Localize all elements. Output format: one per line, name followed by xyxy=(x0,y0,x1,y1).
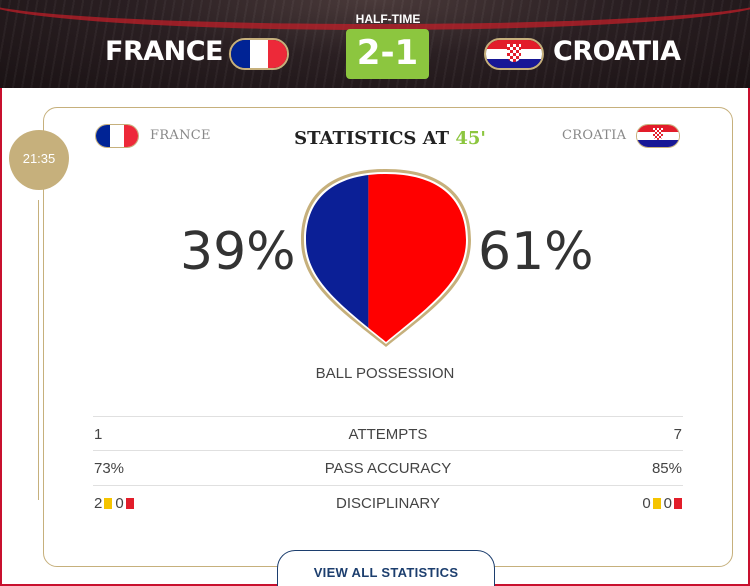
ball-possession-label: BALL POSSESSION xyxy=(315,365,455,382)
timeline-line xyxy=(38,200,39,500)
stat-label: ATTEMPTS xyxy=(348,426,428,443)
statistics-title: STATISTICS AT 45' xyxy=(240,128,540,149)
score-box: 2-1 xyxy=(346,29,429,79)
card-away-name: CROATIA xyxy=(562,128,627,143)
possession-shield-chart xyxy=(301,169,471,347)
card-home-name: FRANCE xyxy=(150,128,211,143)
red-card-icon xyxy=(674,498,682,509)
stat-label: DISCIPLINARY xyxy=(336,495,440,512)
match-header: FRANCE HALF-TIME 2-1 CROATIA xyxy=(0,0,750,88)
croatia-flag-icon[interactable] xyxy=(484,38,544,70)
home-possession-percent: 39% xyxy=(180,222,296,282)
croatia-mini-flag-icon xyxy=(636,124,680,148)
statistics-minute: 45' xyxy=(455,128,486,149)
home-team-name[interactable]: FRANCE xyxy=(105,36,224,67)
stat-row-attempts: 1 ATTEMPTS 7 xyxy=(93,416,683,450)
away-team-name[interactable]: CROATIA xyxy=(553,36,681,67)
stat-away-value: 7 xyxy=(673,426,682,443)
yellow-card-icon xyxy=(652,498,661,509)
match-status: HALF-TIME xyxy=(355,12,421,26)
view-all-statistics-button[interactable]: VIEW ALL STATISTICS xyxy=(277,550,495,586)
france-mini-flag-icon xyxy=(95,124,139,148)
stat-row-disciplinary: 20 DISCIPLINARY 00 xyxy=(93,485,683,519)
away-red-count: 0 xyxy=(663,495,672,512)
stat-away-value: 85% xyxy=(651,460,682,477)
away-possession-percent: 61% xyxy=(478,222,594,282)
statistics-title-text: STATISTICS AT xyxy=(294,128,450,149)
france-flag-icon[interactable] xyxy=(229,38,289,70)
disciplinary-away: 00 xyxy=(642,495,682,512)
stat-row-pass-accuracy: 73% PASS ACCURACY 85% xyxy=(93,450,683,484)
away-yellow-count: 0 xyxy=(642,495,651,512)
stat-label: PASS ACCURACY xyxy=(324,460,452,477)
